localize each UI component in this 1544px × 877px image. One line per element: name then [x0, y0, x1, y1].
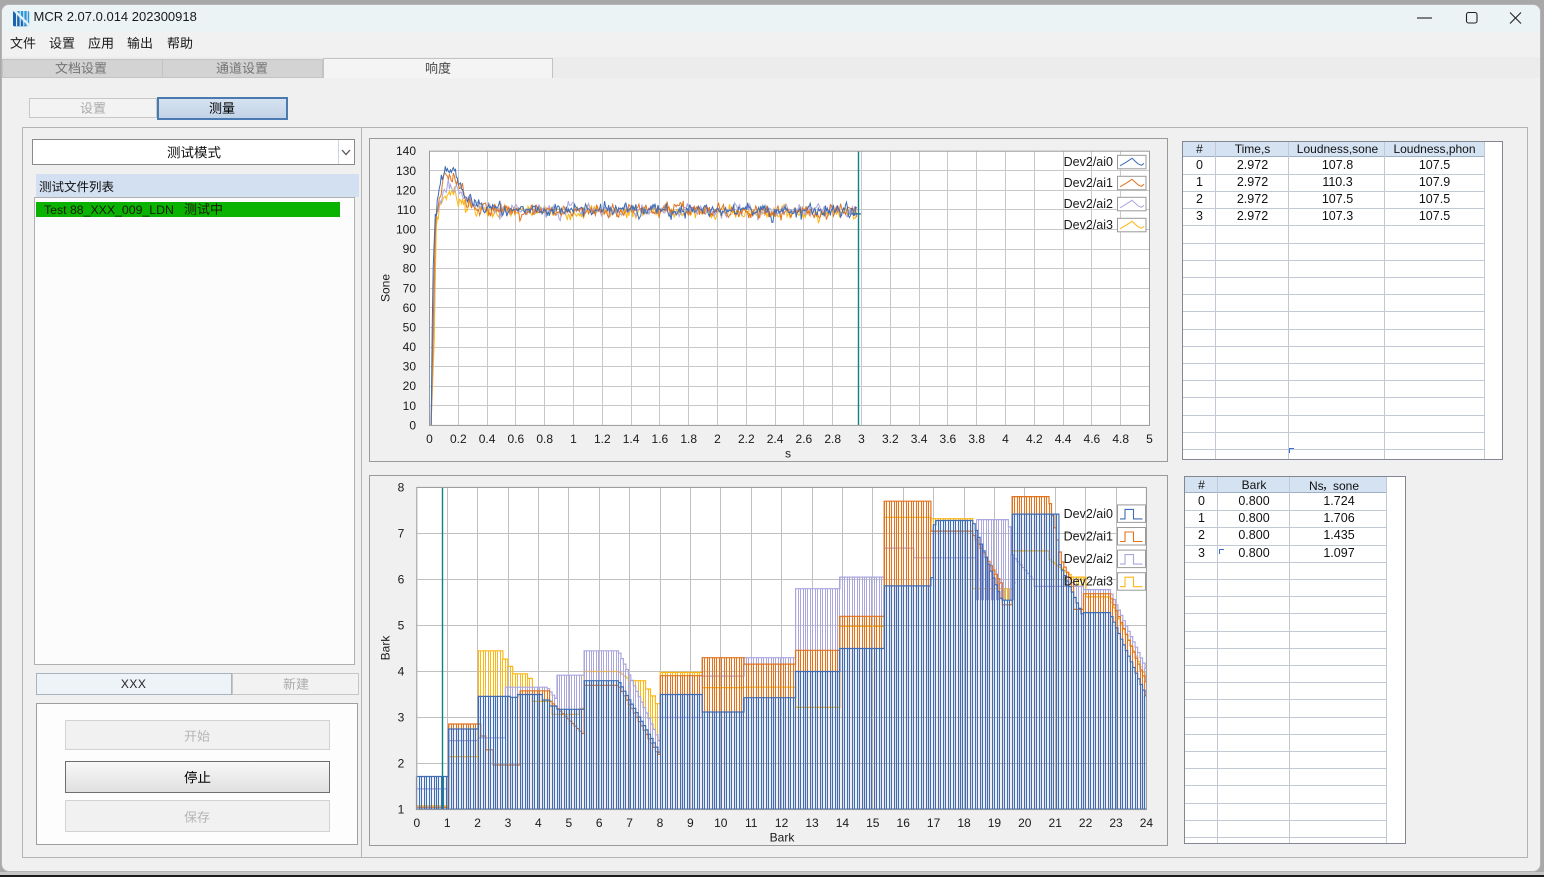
- svg-text:Dev2/ai2: Dev2/ai2: [1064, 552, 1113, 566]
- svg-text:2: 2: [398, 757, 405, 771]
- svg-text:3.2: 3.2: [882, 432, 899, 446]
- svg-text:7: 7: [398, 526, 405, 540]
- svg-text:2.4: 2.4: [767, 432, 784, 446]
- svg-text:1.8: 1.8: [680, 432, 697, 446]
- svg-text:14: 14: [836, 816, 850, 830]
- svg-text:4.4: 4.4: [1055, 432, 1072, 446]
- svg-text:1: 1: [398, 803, 405, 817]
- svg-text:5: 5: [1146, 432, 1153, 446]
- svg-text:1: 1: [570, 432, 577, 446]
- svg-text:3: 3: [505, 816, 512, 830]
- svg-text:110: 110: [397, 203, 416, 217]
- svg-text:20: 20: [403, 379, 417, 393]
- svg-text:11: 11: [745, 816, 758, 830]
- svg-text:8: 8: [657, 816, 664, 830]
- svg-text:Bark: Bark: [770, 831, 796, 845]
- svg-text:Dev2/ai3: Dev2/ai3: [1064, 218, 1113, 232]
- svg-text:17: 17: [927, 816, 941, 830]
- svg-text:Dev2/ai3: Dev2/ai3: [1064, 575, 1113, 589]
- svg-text:s: s: [785, 446, 791, 460]
- svg-text:0.8: 0.8: [536, 432, 553, 446]
- svg-text:3: 3: [398, 711, 405, 725]
- svg-text:1.4: 1.4: [623, 432, 640, 446]
- svg-text:6: 6: [398, 573, 405, 587]
- svg-text:Sone: Sone: [379, 274, 393, 302]
- svg-text:Dev2/ai2: Dev2/ai2: [1064, 197, 1113, 211]
- svg-text:15: 15: [866, 816, 880, 830]
- svg-text:80: 80: [403, 262, 417, 276]
- svg-text:0: 0: [426, 432, 433, 446]
- svg-text:5: 5: [398, 619, 405, 633]
- svg-text:0: 0: [413, 816, 420, 830]
- svg-text:3.4: 3.4: [911, 432, 928, 446]
- svg-text:Dev2/ai0: Dev2/ai0: [1064, 155, 1113, 169]
- svg-text:40: 40: [403, 340, 417, 354]
- svg-text:3.6: 3.6: [940, 432, 957, 446]
- svg-text:2: 2: [474, 816, 481, 830]
- svg-text:5: 5: [565, 816, 572, 830]
- svg-text:140: 140: [396, 144, 416, 158]
- svg-text:10: 10: [714, 816, 728, 830]
- svg-text:2.2: 2.2: [738, 432, 755, 446]
- svg-text:21: 21: [1049, 816, 1063, 830]
- svg-text:8: 8: [398, 480, 405, 494]
- svg-text:12: 12: [775, 816, 789, 830]
- svg-text:0: 0: [409, 418, 416, 432]
- svg-text:3: 3: [858, 432, 865, 446]
- svg-text:Bark: Bark: [379, 635, 393, 661]
- svg-text:70: 70: [403, 281, 417, 295]
- svg-text:4: 4: [398, 665, 405, 679]
- svg-text:50: 50: [403, 321, 417, 335]
- svg-text:16: 16: [897, 816, 911, 830]
- svg-text:60: 60: [403, 301, 417, 315]
- svg-text:7: 7: [626, 816, 633, 830]
- svg-text:1: 1: [444, 816, 451, 830]
- svg-text:10: 10: [403, 399, 417, 413]
- svg-text:30: 30: [403, 360, 417, 374]
- svg-text:4: 4: [1002, 432, 1009, 446]
- svg-text:4.6: 4.6: [1084, 432, 1101, 446]
- svg-text:22: 22: [1079, 816, 1093, 830]
- svg-text:4.2: 4.2: [1026, 432, 1043, 446]
- svg-text:9: 9: [687, 816, 694, 830]
- svg-text:3.8: 3.8: [968, 432, 985, 446]
- svg-text:23: 23: [1109, 816, 1123, 830]
- svg-text:4: 4: [535, 816, 542, 830]
- svg-text:20: 20: [1018, 816, 1032, 830]
- svg-text:0.6: 0.6: [508, 432, 525, 446]
- svg-text:19: 19: [988, 816, 1002, 830]
- svg-text:2: 2: [714, 432, 721, 446]
- svg-text:0.4: 0.4: [479, 432, 496, 446]
- svg-text:1.6: 1.6: [652, 432, 669, 446]
- svg-text:2.6: 2.6: [796, 432, 813, 446]
- svg-text:13: 13: [805, 816, 819, 830]
- svg-text:130: 130: [396, 164, 416, 178]
- svg-text:90: 90: [403, 242, 417, 256]
- svg-text:Dev2/ai1: Dev2/ai1: [1064, 530, 1113, 544]
- svg-text:1.2: 1.2: [594, 432, 611, 446]
- svg-text:Dev2/ai0: Dev2/ai0: [1064, 507, 1113, 521]
- svg-text:6: 6: [596, 816, 603, 830]
- svg-text:120: 120: [396, 183, 416, 197]
- svg-text:18: 18: [957, 816, 971, 830]
- svg-text:2.8: 2.8: [824, 432, 841, 446]
- svg-text:0.2: 0.2: [450, 432, 467, 446]
- svg-text:Dev2/ai1: Dev2/ai1: [1064, 176, 1113, 190]
- svg-text:100: 100: [396, 223, 416, 237]
- svg-text:4.8: 4.8: [1112, 432, 1129, 446]
- svg-text:24: 24: [1140, 816, 1154, 830]
